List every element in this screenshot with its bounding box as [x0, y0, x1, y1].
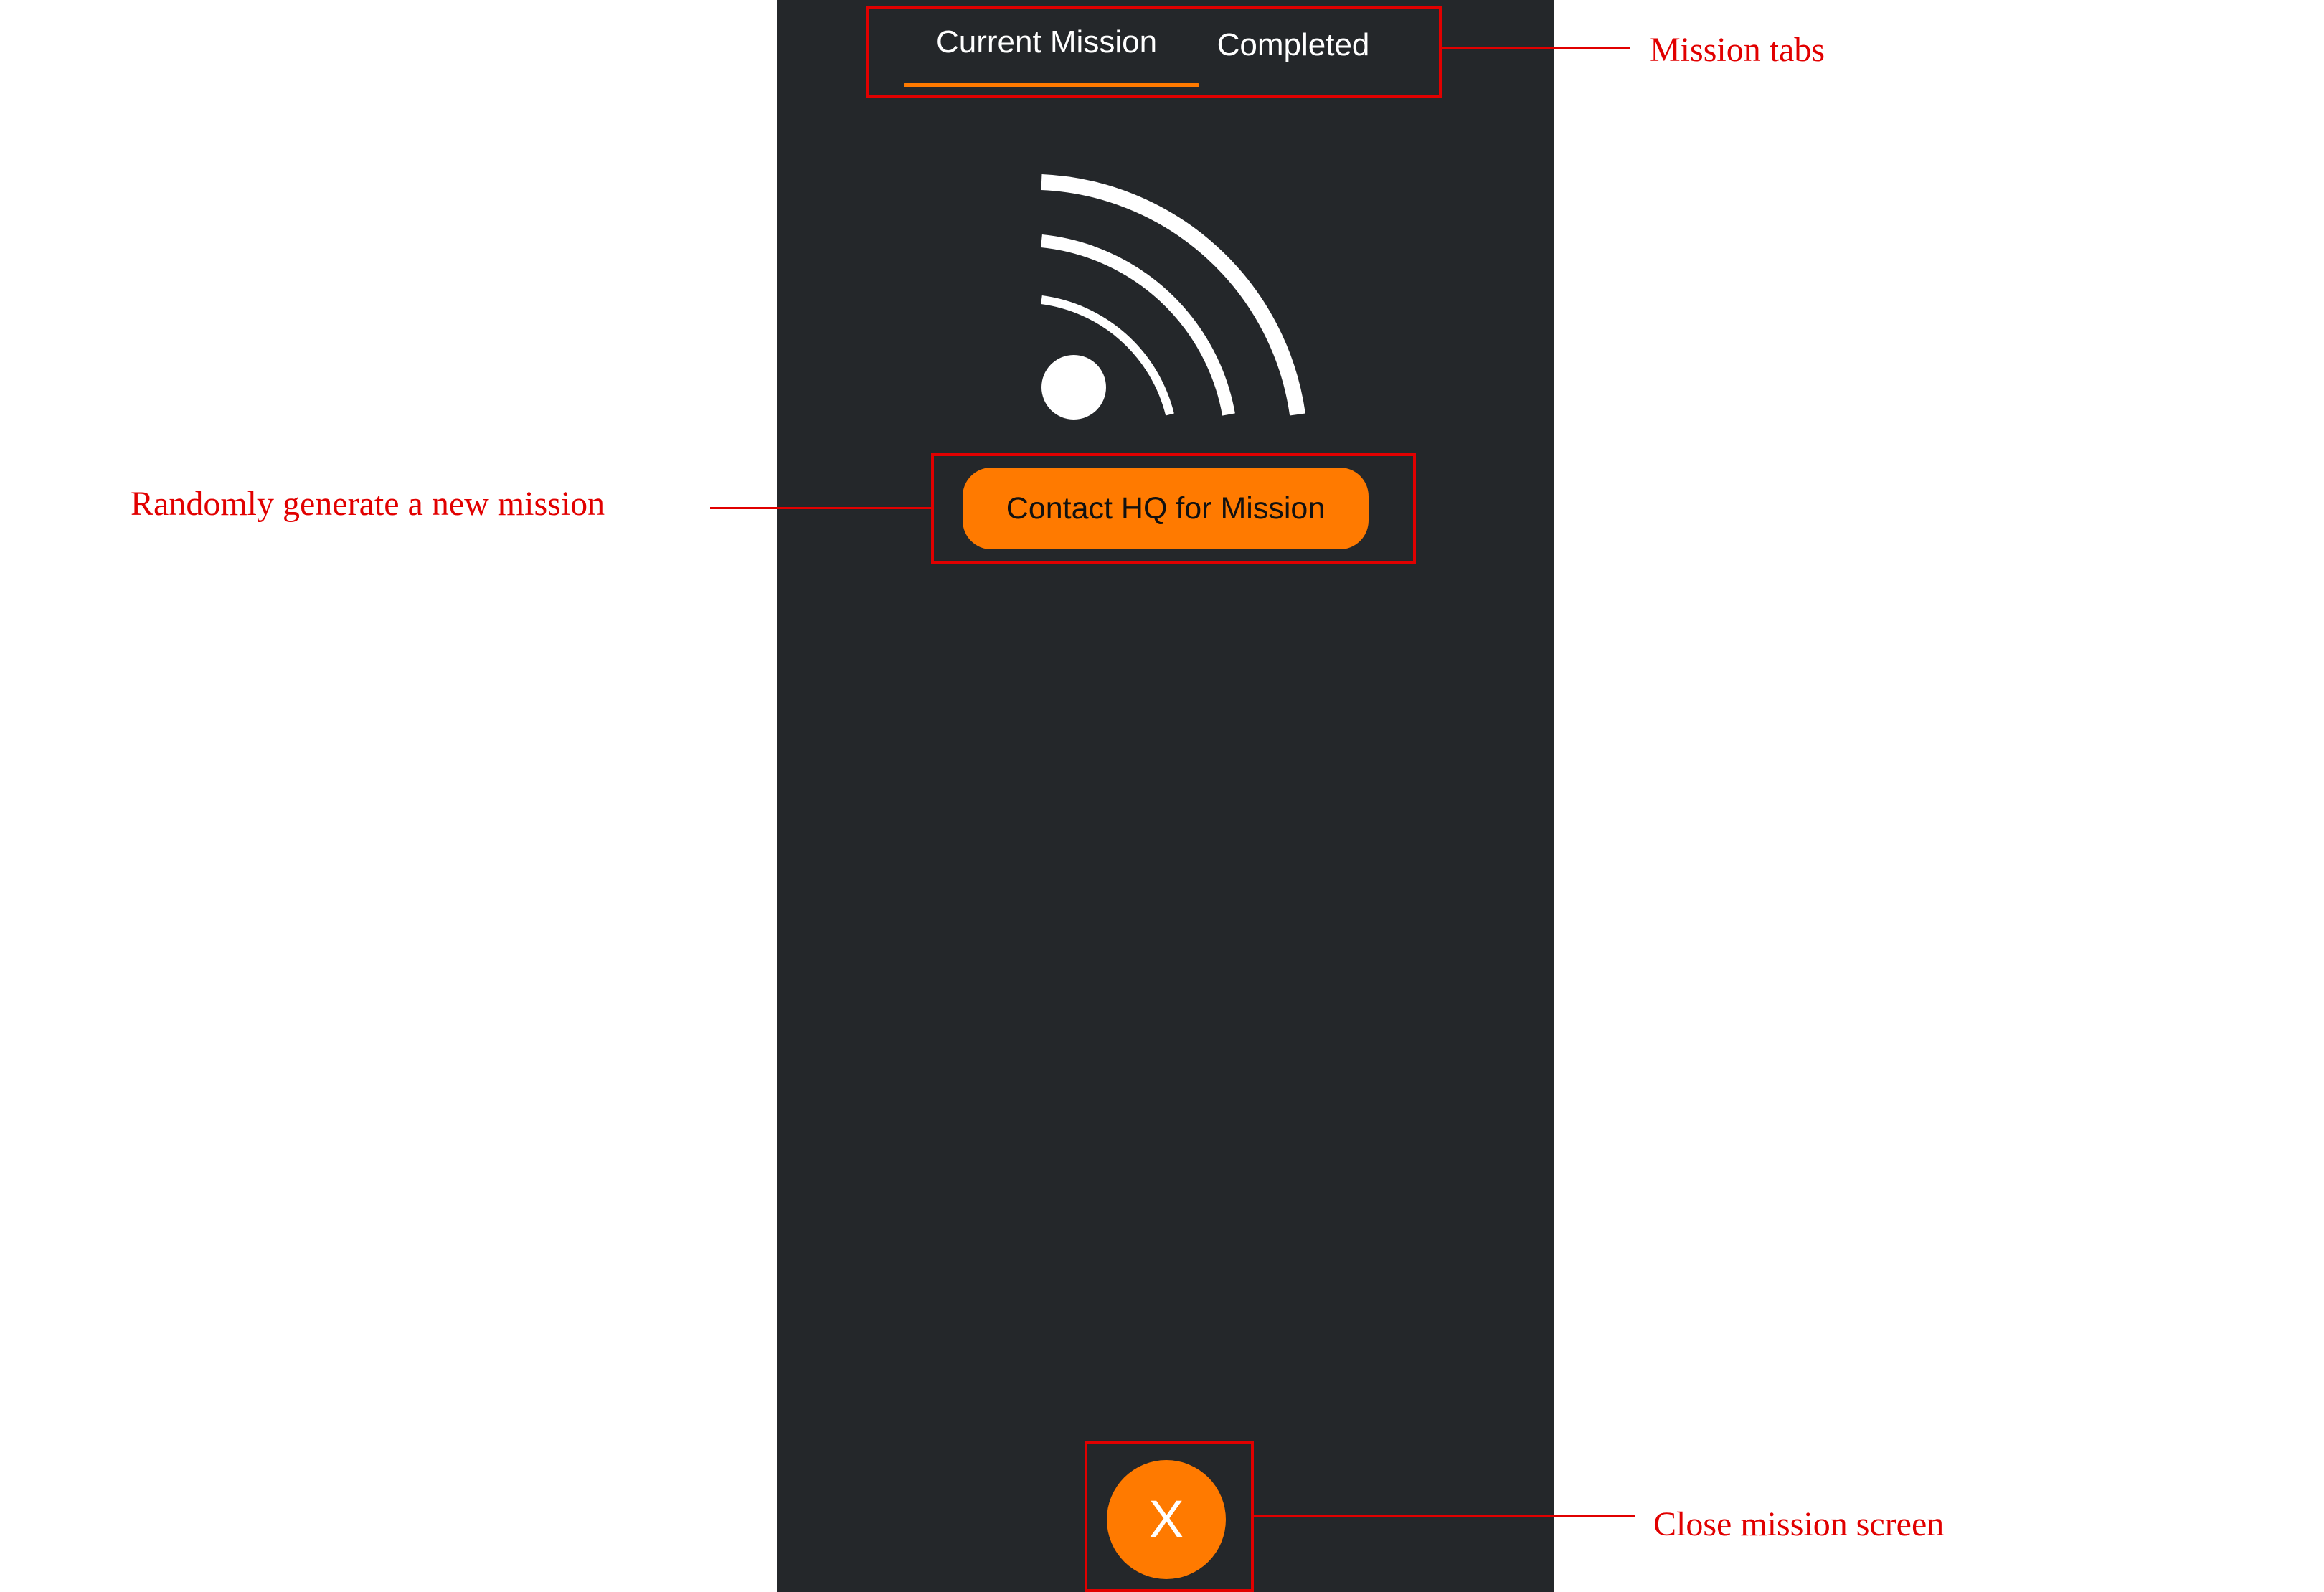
annotation-line-close [1254, 1515, 1635, 1517]
annotation-line-mission-tabs [1442, 47, 1630, 49]
annotation-box-contact-hq [931, 453, 1416, 564]
annotation-label-close-screen: Close mission screen [1653, 1505, 1945, 1543]
annotation-label-generate-mission: Randomly generate a new mission [131, 485, 605, 523]
mission-screen: Current Mission Completed Contact HQ for… [777, 0, 1554, 1592]
annotation-box-close [1085, 1441, 1254, 1592]
annotation-line-contact-hq [710, 507, 931, 509]
annotation-label-mission-tabs: Mission tabs [1650, 31, 1825, 69]
annotation-box-mission-tabs [866, 6, 1442, 98]
signal-dot [1041, 355, 1106, 420]
